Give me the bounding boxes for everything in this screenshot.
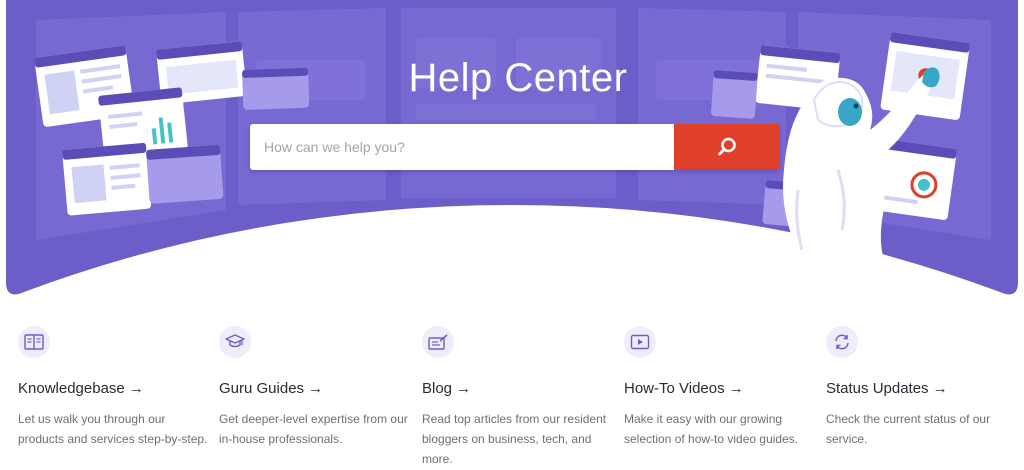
refresh-icon xyxy=(826,326,858,358)
card-blog[interactable]: Blog → Read top articles from our residen… xyxy=(422,326,612,469)
arrow-right-icon: → xyxy=(728,380,744,397)
search-input[interactable] xyxy=(250,124,674,170)
graduation-cap-icon xyxy=(219,326,251,358)
arrow-right-icon: → xyxy=(308,380,324,397)
card-description: Get deeper-level expertise from our in-h… xyxy=(219,412,408,446)
card-title-link[interactable]: How-To Videos → xyxy=(624,380,814,397)
search-bar xyxy=(250,124,780,170)
card-title-link[interactable]: Guru Guides → xyxy=(219,380,409,397)
search-button[interactable] xyxy=(674,124,780,170)
arrow-right-icon: → xyxy=(932,380,948,397)
hero-banner: Help Center xyxy=(6,0,1018,300)
card-description: Let us walk you through our products and… xyxy=(18,412,208,446)
card-description: Make it easy with our growing selection … xyxy=(624,412,799,446)
arrow-right-icon: → xyxy=(128,380,144,397)
card-title-text[interactable]: Knowledgebase xyxy=(18,380,125,397)
card-description: Read top articles from our resident blog… xyxy=(422,412,607,466)
help-categories: Knowledgebase → Let us walk you through o… xyxy=(0,326,1024,470)
play-icon xyxy=(624,326,656,358)
search-icon xyxy=(718,137,736,156)
card-title-text[interactable]: Blog xyxy=(422,380,452,397)
card-title-text[interactable]: Status Updates xyxy=(826,380,929,397)
card-knowledgebase[interactable]: Knowledgebase → Let us walk you through o… xyxy=(18,326,208,449)
card-status-updates[interactable]: Status Updates → Check the current status… xyxy=(826,326,1016,449)
arrow-right-icon: → xyxy=(456,380,472,397)
card-title-text[interactable]: Guru Guides xyxy=(219,380,304,397)
card-guru-guides[interactable]: Guru Guides → Get deeper-level expertise … xyxy=(219,326,409,449)
blog-pen-icon xyxy=(422,326,454,358)
card-title-link[interactable]: Status Updates → xyxy=(826,380,1016,397)
card-description: Check the current status of our service. xyxy=(826,412,991,446)
card-title-link[interactable]: Knowledgebase → xyxy=(18,380,208,397)
card-title-link[interactable]: Blog → xyxy=(422,380,612,397)
card-title-text[interactable]: How-To Videos xyxy=(624,380,725,397)
card-how-to-videos[interactable]: How-To Videos → Make it easy with our gro… xyxy=(624,326,814,449)
book-icon xyxy=(18,326,50,358)
